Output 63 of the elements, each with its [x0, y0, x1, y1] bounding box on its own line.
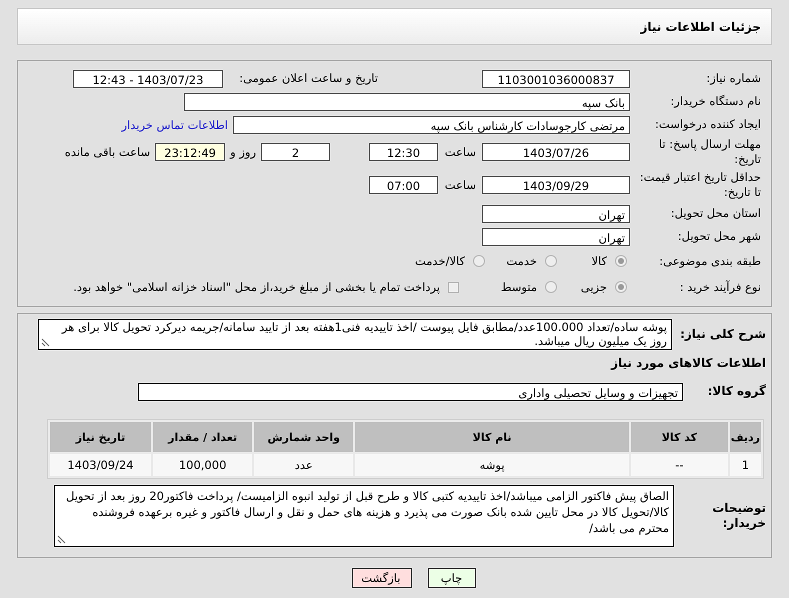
- column-header: تعداد / مقدار: [152, 422, 252, 452]
- checkbox[interactable]: [448, 282, 459, 292]
- field-label: شرح کلی نیاز:: [679, 327, 766, 342]
- text-label: پرداخت تمام یا بخشی از مبلغ خرید،از محل "اسناد خزانه اسلامی" خواهد بود.: [73, 280, 440, 294]
- text-field[interactable]: 07:00: [369, 176, 438, 194]
- column-header: تاریخ نیاز: [50, 422, 151, 452]
- radio-button[interactable]: [473, 255, 485, 267]
- table-cell: پوشه: [355, 454, 629, 476]
- field-label: تاریخ و ساعت اعلان عمومی:: [238, 71, 378, 86]
- field-label: استان محل تحویل:: [670, 206, 761, 221]
- text-label: خدمت: [506, 254, 537, 268]
- column-header: کد کالا: [630, 422, 728, 452]
- field-label: توضیحات خریدار:: [711, 501, 766, 531]
- text-field[interactable]: تجهیزات و وسایل تحصیلی واداری: [138, 382, 683, 400]
- text-label: روز و: [230, 145, 256, 159]
- table-cell: 1403/09/24: [50, 454, 151, 476]
- text-field[interactable]: تهران: [482, 204, 630, 222]
- page-title: جزئیات اطلاعات نیاز: [640, 20, 761, 34]
- text-field[interactable]: 1403/07/23 - 12:43: [73, 70, 223, 88]
- text-label: متوسط: [500, 280, 537, 294]
- radio-button[interactable]: [545, 255, 557, 267]
- text-label: ساعت: [444, 145, 476, 159]
- column-header: واحد شمارش: [254, 422, 354, 452]
- column-header: ردیف: [730, 422, 761, 452]
- text-field[interactable]: بانک سپه: [184, 92, 630, 110]
- field-label: گروه کالا:: [706, 384, 766, 399]
- table-cell: عدد: [254, 454, 354, 476]
- text-label: جزیی: [580, 280, 607, 294]
- field-label: شماره نیاز:: [705, 71, 761, 86]
- back-button[interactable]: بازگشت: [352, 568, 412, 588]
- text-field[interactable]: 2: [261, 143, 330, 161]
- text-field[interactable]: 1403/07/26: [482, 143, 630, 161]
- text-label: کالا/خدمت: [414, 254, 465, 268]
- text-label: کالا: [591, 254, 607, 268]
- field-label: ایجاد کننده درخواست:: [654, 117, 761, 132]
- text-field[interactable]: تهران: [482, 228, 630, 246]
- description-field[interactable]: پوشه ساده/تعداد 100.000عدد/مطابق فایل پیوست /اخذ تاییدیه فنی1هفته بعد از تایید سامانه/جریمه دیرکرد تحویل کالا برای هر روز یک میلیون ریال میباشد.: [38, 319, 672, 350]
- text-label: ساعت: [444, 178, 476, 192]
- table-cell: 100,000: [152, 454, 252, 476]
- text-field[interactable]: 1103001036000837: [482, 70, 630, 88]
- print-button[interactable]: چاپ: [428, 568, 476, 588]
- field-label: نام دستگاه خریدار:: [669, 94, 761, 109]
- field-label: طبقه بندی موضوعی:: [658, 254, 761, 268]
- section-heading: اطلاعات کالاهای مورد نیاز: [610, 356, 766, 370]
- text-field[interactable]: 1403/09/29: [482, 176, 630, 194]
- countdown-field[interactable]: 23:12:49: [155, 143, 226, 161]
- field-label: نوع فرآیند خرید :: [678, 280, 761, 294]
- resize-grip-icon[interactable]: [41, 338, 50, 347]
- table-cell: 1: [730, 454, 761, 476]
- field-label: شهر محل تحویل:: [676, 229, 761, 244]
- column-header: نام کالا: [355, 422, 629, 452]
- resize-grip-icon[interactable]: [57, 535, 66, 544]
- contact-link[interactable]: اطلاعات تماس خریدار: [121, 118, 228, 132]
- text-field[interactable]: مرتضی کارجوسادات کارشناس بانک سپه: [233, 116, 630, 134]
- radio-button[interactable]: [615, 281, 627, 293]
- field-label: حداقل تاریخ اعتبار قیمت: تا تاریخ:: [638, 170, 761, 200]
- notes-field[interactable]: الصاق پیش فاکتور الزامی میباشد/اخذ تاییدیه کتبی کالا و طرح قبل از تولید انبوه الزامیست/ پرداخت فاکتور20 روز بعد از تحویل کالا/تحویل کالا در محل تایین شده بانک صورت می پذیرد و هزینه های حمل و نقل و ارسال فاکتور و غیره برعهده فروشنده محترم می باشد/: [54, 485, 674, 547]
- text-field[interactable]: 12:30: [369, 143, 438, 161]
- radio-button[interactable]: [545, 281, 557, 293]
- radio-button[interactable]: [615, 255, 627, 267]
- field-label: مهلت ارسال پاسخ: تا تاریخ:: [658, 137, 761, 167]
- text-label: ساعت باقی مانده: [64, 145, 150, 159]
- table-cell: --: [630, 454, 728, 476]
